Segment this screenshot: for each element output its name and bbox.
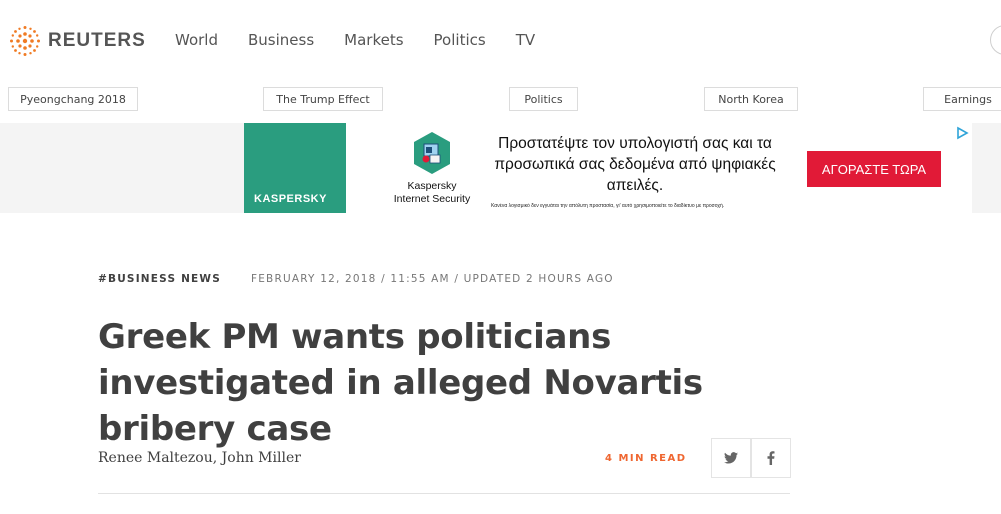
read-time: 4 MIN READ: [605, 453, 687, 464]
kaspersky-ad[interactable]: KASPERSKY Kaspersky Internet Security Πρ…: [244, 123, 972, 213]
search-button[interactable]: [990, 25, 1001, 55]
kaspersky-logo: KASPERSKY: [254, 193, 327, 205]
nav-politics[interactable]: Politics: [434, 31, 486, 49]
nav-markets[interactable]: Markets: [344, 31, 403, 49]
ad-product: Kaspersky Internet Security: [372, 131, 492, 206]
ad-choices-icon[interactable]: [955, 126, 969, 140]
article-byline[interactable]: Renee Maltezou, John Miller: [98, 450, 301, 466]
topic-pill-trump-effect[interactable]: The Trump Effect: [263, 87, 383, 111]
topic-pill-pyeongchang[interactable]: Pyeongchang 2018: [8, 87, 138, 111]
topic-pill-earnings[interactable]: Earnings: [923, 87, 1001, 111]
nav-world[interactable]: World: [175, 31, 218, 49]
share-twitter-button[interactable]: [711, 438, 751, 478]
ad-headline: Προστατέψτε τον υπολογιστή σας και τα πρ…: [494, 135, 776, 194]
byline-divider: [98, 493, 790, 494]
main-nav: World Business Markets Politics TV: [175, 31, 565, 49]
top-navigation-bar: REUTERS World Business Markets Politics …: [0, 0, 1001, 80]
article-dateline: FEBRUARY 12, 2018 / 11:55 AM / UPDATED 2…: [250, 273, 614, 285]
ad-product-line1: Kaspersky: [407, 180, 457, 192]
ad-banner-area: KASPERSKY Kaspersky Internet Security Πρ…: [0, 123, 1001, 213]
brand-name: REUTERS: [48, 30, 146, 51]
ad-fine-print: Κανένα λογισμικό δεν εγγυάται την απόλυτ…: [491, 203, 725, 209]
topic-pill-politics[interactable]: Politics: [509, 87, 578, 111]
kaspersky-shield-icon: [414, 132, 450, 174]
ad-buy-now-button[interactable]: ΑΓΟΡΑΣΤΕ ΤΩΡΑ: [807, 151, 941, 187]
ad-product-line2: Internet Security: [393, 193, 471, 205]
article-meta: #BUSINESS NEWS FEBRUARY 12, 2018 / 11:55…: [98, 273, 614, 285]
facebook-icon: [767, 451, 775, 465]
reuters-logo-icon: [10, 26, 40, 56]
ad-brand-panel: KASPERSKY: [244, 123, 346, 213]
topic-pill-north-korea[interactable]: North Korea: [704, 87, 798, 111]
trending-topics: Pyeongchang 2018 The Trump Effect Politi…: [0, 87, 1001, 111]
twitter-icon: [724, 452, 738, 464]
section-tag[interactable]: #BUSINESS NEWS: [98, 273, 221, 285]
share-facebook-button[interactable]: [751, 438, 791, 478]
nav-business[interactable]: Business: [248, 31, 314, 49]
article-headline: Greek PM wants politicians investigated …: [98, 317, 703, 449]
nav-tv[interactable]: TV: [516, 31, 535, 49]
reuters-logo[interactable]: REUTERS: [8, 24, 146, 58]
